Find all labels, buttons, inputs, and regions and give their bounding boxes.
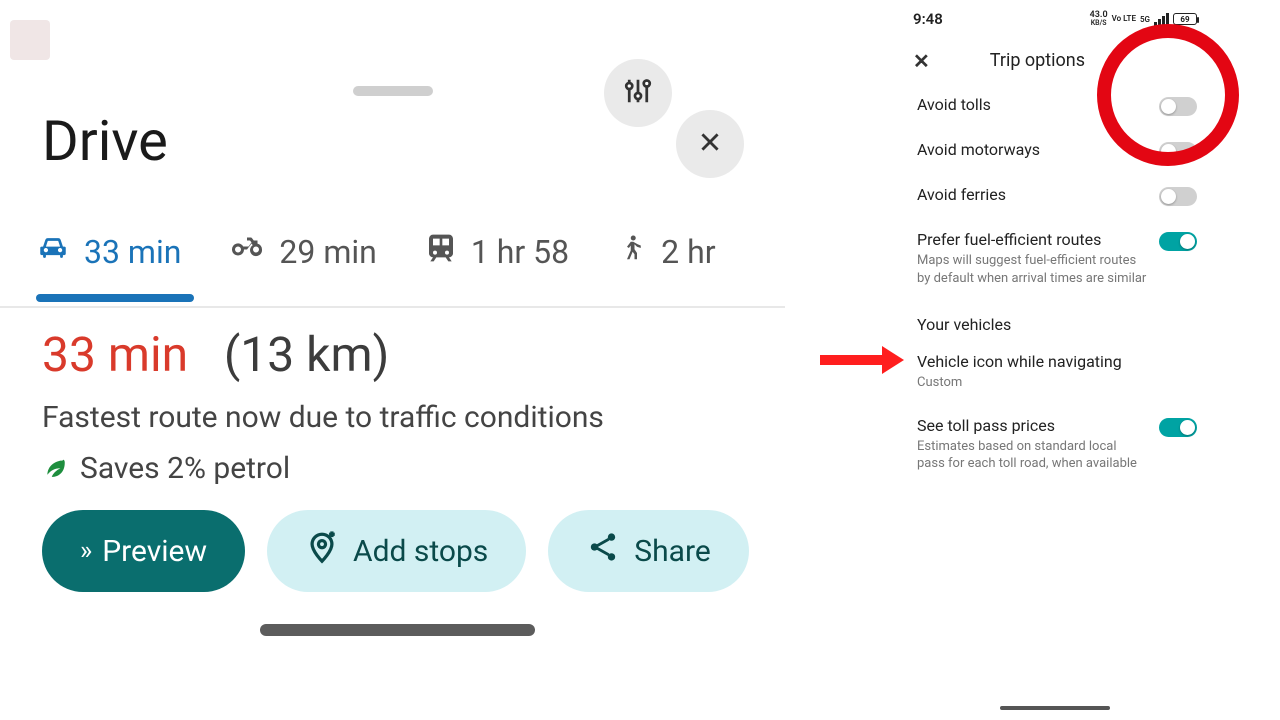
- page-title: Drive: [42, 108, 168, 174]
- chevrons-icon: »: [80, 536, 88, 566]
- train-icon: [425, 232, 457, 272]
- home-indicator[interactable]: [1000, 706, 1110, 710]
- option-label: See toll pass prices: [917, 416, 1147, 435]
- tab-walk-label: 2 hr: [661, 233, 715, 271]
- add-pin-icon: [305, 530, 339, 572]
- add-stops-label: Add stops: [353, 534, 488, 569]
- trip-options-button[interactable]: [604, 59, 672, 127]
- route-sheet: Drive 33: [0, 60, 785, 640]
- tab-walk[interactable]: 2 hr: [617, 230, 715, 274]
- option-subtitle: Custom: [917, 374, 1122, 392]
- tab-car[interactable]: 33 min: [36, 230, 181, 274]
- route-summary: 33 min (13 km) Fastest route now due to …: [42, 326, 745, 486]
- route-subtitle: Fastest route now due to traffic conditi…: [42, 400, 745, 435]
- tab-car-label: 33 min: [84, 233, 181, 271]
- status-net-unit: KB/S: [1091, 20, 1107, 27]
- close-icon: ✕: [913, 49, 930, 73]
- section-your-vehicles: Your vehicles: [895, 299, 1215, 340]
- trip-options-title: Trip options: [990, 50, 1085, 71]
- status-bar: 9:48 43.0 KB/S Vo LTE 5G 69: [895, 0, 1215, 28]
- tab-transit[interactable]: 1 hr 58: [425, 230, 569, 274]
- annotation-arrow: [820, 350, 910, 370]
- close-button[interactable]: [676, 110, 744, 178]
- option-label: Avoid ferries: [917, 185, 1006, 204]
- share-button[interactable]: Share: [548, 510, 748, 592]
- trip-options-header: ✕ Trip options: [895, 28, 1215, 83]
- share-icon: [586, 530, 620, 572]
- option-subtitle: Estimates based on standard local pass f…: [917, 438, 1147, 473]
- option-avoid-motorways[interactable]: Avoid motorways: [895, 128, 1215, 173]
- option-avoid-ferries[interactable]: Avoid ferries: [895, 173, 1215, 218]
- option-label: Prefer fuel-efficient routes: [917, 230, 1147, 249]
- preview-label: Preview: [102, 534, 207, 569]
- drag-handle[interactable]: [353, 86, 433, 96]
- option-label: Vehicle icon while navigating: [917, 352, 1122, 371]
- car-icon: [36, 231, 70, 273]
- route-petrol-text: Saves 2% petrol: [80, 451, 290, 486]
- battery-icon: 69: [1173, 13, 1197, 25]
- toggle-avoid-motorways[interactable]: [1159, 142, 1197, 161]
- option-vehicle-icon[interactable]: Vehicle icon while navigating Custom: [895, 340, 1215, 404]
- mode-tabs: 33 min 29 min 1 hr 58 2 hr: [36, 230, 785, 274]
- close-button[interactable]: ✕: [913, 51, 930, 71]
- option-label: Avoid motorways: [917, 140, 1040, 159]
- bottom-handle[interactable]: [260, 624, 535, 636]
- toggle-fuel-efficient[interactable]: [1159, 232, 1197, 251]
- map-peek: [10, 20, 50, 60]
- status-5g: 5G: [1140, 15, 1150, 24]
- option-fuel-efficient[interactable]: Prefer fuel-efficient routes Maps will s…: [895, 218, 1215, 299]
- share-label: Share: [634, 534, 710, 569]
- tab-motorcycle[interactable]: 29 min: [229, 230, 376, 274]
- toggle-toll-pass[interactable]: [1159, 418, 1197, 437]
- signal-icon: [1154, 13, 1169, 26]
- trip-options-screen: 9:48 43.0 KB/S Vo LTE 5G 69 ✕ Trip optio…: [895, 0, 1215, 720]
- status-time: 9:48: [913, 10, 943, 28]
- toggle-avoid-ferries[interactable]: [1159, 187, 1197, 206]
- route-distance: (13 km): [224, 326, 389, 383]
- preview-button[interactable]: » Preview: [42, 510, 245, 592]
- close-icon: [697, 129, 723, 159]
- option-avoid-tolls[interactable]: Avoid tolls: [895, 83, 1215, 128]
- tab-transit-label: 1 hr 58: [471, 233, 569, 271]
- sliders-icon: [623, 76, 653, 110]
- add-stops-button[interactable]: Add stops: [267, 510, 526, 592]
- leaf-icon: [42, 451, 68, 486]
- option-label: Avoid tolls: [917, 95, 991, 114]
- toggle-avoid-tolls[interactable]: [1159, 97, 1197, 116]
- tab-underline: [36, 294, 194, 302]
- status-volte: Vo LTE: [1112, 15, 1136, 23]
- option-toll-pass-prices[interactable]: See toll pass prices Estimates based on …: [895, 404, 1215, 485]
- tab-moto-label: 29 min: [279, 233, 376, 271]
- option-subtitle: Maps will suggest fuel-efficient routes …: [917, 252, 1147, 287]
- divider: [0, 306, 785, 308]
- motorcycle-icon: [229, 230, 265, 274]
- walk-icon: [617, 233, 647, 271]
- action-row: » Preview Add stops Share: [42, 510, 749, 592]
- route-time: 33 min: [42, 326, 188, 383]
